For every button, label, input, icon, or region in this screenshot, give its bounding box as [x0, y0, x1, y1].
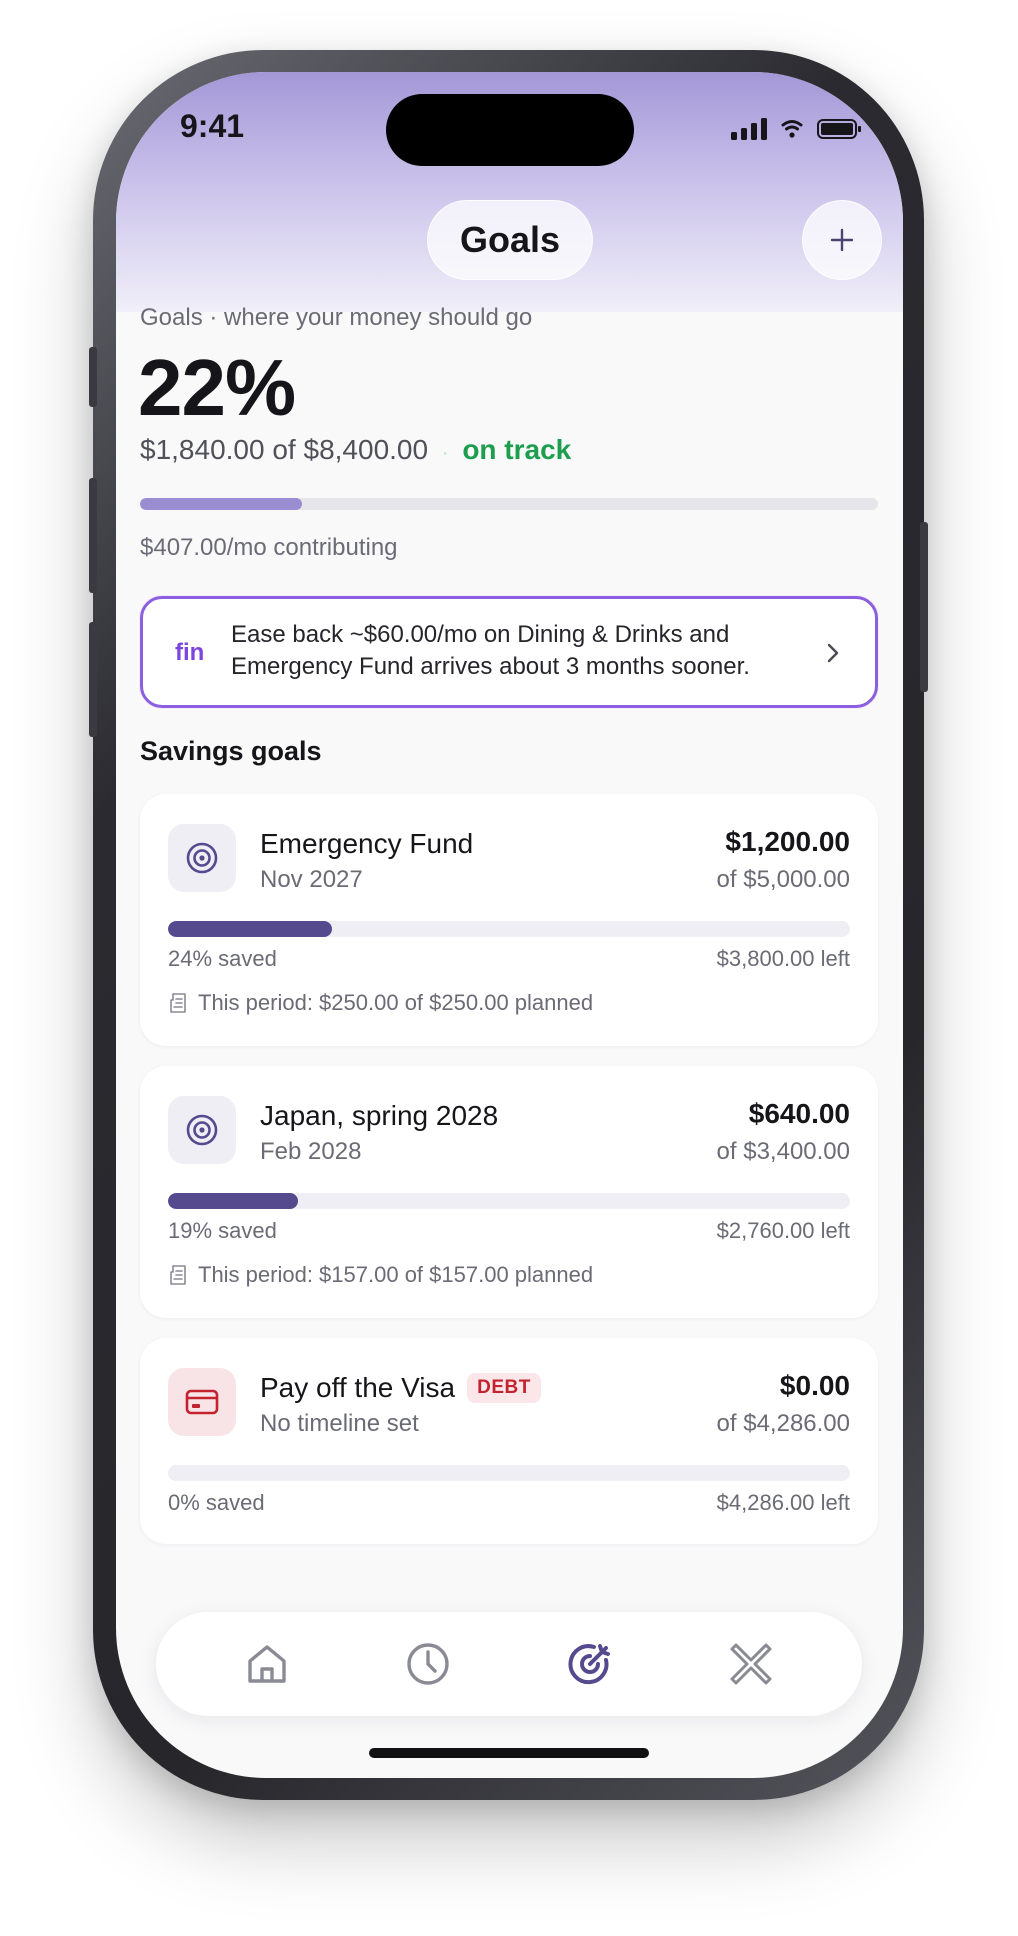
tab-home[interactable] — [227, 1624, 307, 1704]
goal-period: This period: $157.00 of $157.00 planned — [168, 1262, 593, 1288]
tools-icon — [730, 1643, 772, 1685]
goal-icon — [168, 1096, 236, 1164]
page-title: Goals — [427, 200, 593, 280]
overview-progress-fill — [140, 498, 303, 510]
goal-saved-percent: 0% saved — [168, 1490, 265, 1515]
goal-date: No timeline set — [260, 1410, 419, 1437]
goal-target: of $3,400.00 — [716, 1138, 850, 1165]
tab-bar — [156, 1612, 862, 1716]
battery-icon — [817, 119, 861, 139]
goal-name: Pay off the Visa DEBT — [260, 1372, 541, 1404]
volume-up-button — [89, 478, 97, 593]
status-badge: on track — [462, 434, 572, 465]
target-icon — [186, 1114, 218, 1146]
fin-suggestion-card[interactable]: fin Ease back ~$60.00/mo on Dining & Dri… — [140, 596, 878, 708]
overview-of: of — [272, 434, 296, 465]
goal-progress-fill — [168, 1193, 298, 1209]
overview-target: $8,400.00 — [303, 434, 429, 465]
goal-saved-percent: 24% saved — [168, 946, 277, 971]
goal-remaining: $2,760.00 left — [716, 1218, 850, 1243]
chevron-right-icon — [827, 643, 839, 663]
wifi-icon — [781, 120, 803, 138]
credit-card-icon — [185, 1389, 219, 1415]
goal-icon — [168, 1368, 236, 1436]
status-time: 9:41 — [180, 108, 245, 144]
goal-amount: $0.00 — [779, 1370, 850, 1401]
overview-percent: 22% — [138, 343, 296, 432]
goal-name-text: Emergency Fund — [260, 828, 474, 859]
home-icon — [248, 1645, 286, 1683]
tab-tools[interactable] — [711, 1624, 791, 1704]
goal-date: Feb 2028 — [260, 1138, 362, 1165]
goal-amount: $1,200.00 — [725, 826, 850, 857]
goals-target-icon — [568, 1644, 610, 1685]
goal-name: Japan, spring 2028 — [260, 1100, 498, 1132]
goal-remaining: $3,800.00 left — [716, 946, 850, 971]
goal-target: of $5,000.00 — [716, 866, 850, 893]
overview-amounts: $1,840.00 of $8,400.00 · on track — [140, 434, 571, 466]
goal-period-text: This period: $250.00 of $250.00 planned — [198, 990, 594, 1015]
goal-name-text: Japan, spring 2028 — [260, 1100, 499, 1131]
goal-name-text: Pay off the Visa — [260, 1372, 456, 1403]
screen: 9:41 Goals Goals · where your money shou… — [116, 72, 903, 1778]
plus-icon — [830, 228, 854, 252]
debt-badge: DEBT — [467, 1373, 541, 1403]
goal-card-japan[interactable]: Japan, spring 2028 Feb 2028 $640.00 of $… — [140, 1066, 878, 1318]
fin-suggestion-text: Ease back ~$60.00/mo on Dining & Drinks … — [231, 621, 750, 680]
clock-icon — [407, 1643, 449, 1685]
goal-saved-percent: 19% saved — [168, 1218, 277, 1243]
goal-progress-fill — [168, 921, 332, 937]
overview-contribution: $407.00/mo contributing — [140, 534, 398, 561]
goal-progress-bar — [168, 1193, 850, 1209]
goal-date: Nov 2027 — [260, 866, 363, 893]
mute-switch — [89, 347, 97, 407]
receipt-icon — [170, 993, 186, 1013]
overview-separator: · — [441, 442, 449, 464]
cellular-signal-icon — [731, 118, 767, 140]
goal-progress-bar — [168, 1465, 850, 1481]
receipt-icon — [170, 1265, 186, 1285]
goal-card-visa-debt[interactable]: Pay off the Visa DEBT No timeline set $0… — [140, 1338, 878, 1544]
tab-history[interactable] — [388, 1624, 468, 1704]
home-indicator — [369, 1748, 649, 1758]
goal-period-text: This period: $157.00 of $157.00 planned — [198, 1262, 594, 1287]
goal-progress-bar — [168, 921, 850, 937]
overview-progress-bar — [140, 498, 878, 510]
overview-caption: Goals · where your money should go — [140, 304, 533, 331]
volume-down-button — [89, 622, 97, 737]
overview-saved: $1,840.00 — [140, 434, 265, 465]
target-icon — [186, 842, 218, 874]
add-goal-button[interactable] — [802, 200, 882, 280]
goal-card-emergency-fund[interactable]: Emergency Fund Nov 2027 $1,200.00 of $5,… — [140, 794, 878, 1046]
goal-name: Emergency Fund — [260, 828, 473, 860]
dynamic-island — [386, 94, 634, 166]
goal-amount: $640.00 — [748, 1098, 850, 1129]
status-icons — [731, 118, 861, 140]
fin-logo: fin — [175, 639, 205, 666]
power-button — [920, 522, 928, 692]
goal-icon — [168, 824, 236, 892]
goal-target: of $4,286.00 — [716, 1410, 850, 1437]
goal-remaining: $4,286.00 left — [716, 1490, 850, 1515]
tab-goals[interactable] — [550, 1624, 630, 1704]
goal-period: This period: $250.00 of $250.00 planned — [168, 990, 593, 1016]
section-title: Savings goals — [140, 736, 322, 766]
